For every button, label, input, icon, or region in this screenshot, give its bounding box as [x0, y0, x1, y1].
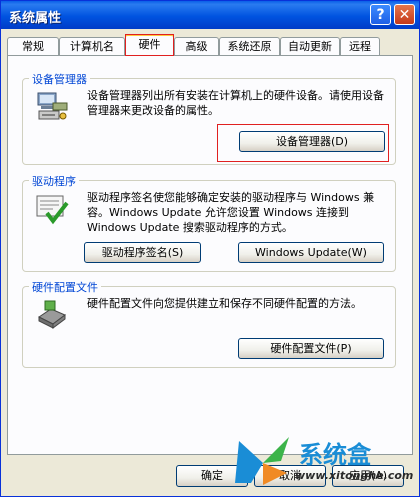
hardware-profiles-group: 硬件配置文件 硬件配置文件向您提供建立和保存不同硬件配置的方法。 硬件配置文件(… — [22, 279, 396, 368]
tab-hardware[interactable]: 硬件 — [125, 34, 174, 56]
drivers-group: 驱动程序 驱动程序签名使您能够确定安装的驱动程序与 Windows 兼容。Win… — [22, 173, 396, 272]
hardware-profiles-icon — [38, 300, 66, 329]
device-manager-description: 设备管理器列出所有安装在计算机上的硬件设备。请使用设备管理器来更改设备的属性。 — [87, 89, 384, 117]
window-title: 系统属性 — [9, 11, 62, 26]
tab-system-restore[interactable]: 系统还原 — [219, 37, 280, 55]
tab-advanced[interactable]: 高级 — [174, 37, 219, 55]
help-button[interactable]: ? — [370, 4, 391, 25]
tab-general[interactable]: 常规 — [7, 37, 59, 55]
hardware-profiles-description: 硬件配置文件向您提供建立和保存不同硬件配置的方法。 — [87, 297, 362, 310]
windows-update-button[interactable]: Windows Update(W) — [238, 242, 384, 263]
drivers-description: 驱动程序签名使您能够确定安装的驱动程序与 Windows 兼容。Windows … — [87, 191, 375, 234]
hardware-profiles-button[interactable]: 硬件配置文件(P) — [238, 338, 384, 359]
tab-automatic-updates[interactable]: 自动更新 — [280, 37, 340, 55]
close-button[interactable]: ✕ — [394, 4, 415, 25]
tab-remote[interactable]: 远程 — [340, 37, 380, 55]
system-properties-window: 系统属性 ? ✕ 常规 计算机名 硬件 高级 系统还原 自动更新 远程 设备管理… — [0, 0, 420, 497]
driver-signing-button[interactable]: 驱动程序签名(S) — [84, 242, 201, 263]
device-manager-title: 设备管理器 — [29, 71, 90, 87]
watermark-text: 系统盒 — [299, 441, 371, 469]
tab-computer-name[interactable]: 计算机名 — [59, 37, 125, 55]
title-bar[interactable]: 系统属性 ? ✕ — [1, 1, 419, 29]
watermark: 系统盒 www.xitonghe.com — [233, 433, 413, 495]
watermark-url: www.xitonghe.com — [295, 469, 414, 482]
hardware-tab-panel: 设备管理器 设备管理器列出所有安装在计算机上的硬件设备。请使用设备管理器来更改设… — [7, 55, 413, 455]
device-manager-icon — [37, 92, 68, 120]
driver-signing-icon — [36, 195, 69, 225]
drivers-title: 驱动程序 — [29, 173, 79, 189]
device-manager-group: 设备管理器 设备管理器列出所有安装在计算机上的硬件设备。请使用设备管理器来更改设… — [22, 71, 396, 165]
device-manager-button[interactable]: 设备管理器(D) — [239, 131, 385, 152]
hardware-profiles-title: 硬件配置文件 — [29, 279, 101, 295]
watermark-logo-icon — [235, 437, 289, 485]
